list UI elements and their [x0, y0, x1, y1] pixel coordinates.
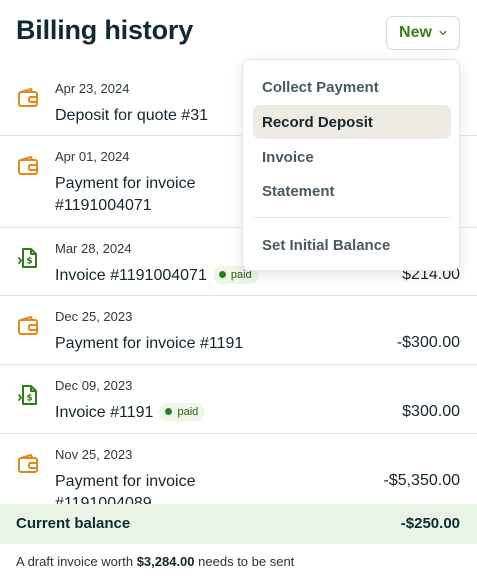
menu-item-invoice[interactable]: Invoice: [253, 140, 451, 174]
menu-item-collect-payment[interactable]: Collect Payment: [253, 70, 451, 104]
draft-notice-amount: $3,284.00: [136, 554, 195, 569]
row-date: Dec 09, 2023: [55, 378, 133, 393]
wallet-icon: [18, 88, 38, 107]
row-description: Payment for invoice #1191004071: [55, 175, 196, 214]
status-dot-icon: [165, 408, 173, 415]
header: Billing history New: [0, 0, 477, 68]
menu-item-record-deposit[interactable]: Record Deposit: [253, 105, 451, 139]
row-amount: -$300.00: [396, 334, 460, 351]
status-badge-label: paid: [177, 405, 199, 418]
current-balance-label: Current balance: [16, 515, 131, 532]
new-button-label: New: [399, 24, 432, 41]
current-balance-value: -$250.00: [400, 515, 460, 532]
svg-text:$: $: [26, 257, 32, 267]
row-description: Invoice #1191 paid: [55, 402, 355, 424]
status-badge: paid: [159, 402, 206, 421]
menu-item-set-initial-balance[interactable]: Set Initial Balance: [253, 228, 451, 262]
draft-notice-prefix: A draft invoice worth: [16, 554, 134, 569]
wallet-icon: [18, 316, 38, 335]
current-balance-bar: Current balance -$250.00: [0, 504, 477, 544]
row-date: Apr 23, 2024: [55, 81, 130, 96]
row-date: Dec 25, 2023: [55, 309, 133, 324]
row-description-text: Invoice #1191: [55, 404, 154, 421]
wallet-icon: [18, 156, 38, 175]
list-item[interactable]: Dec 25, 2023 Payment for invoice #1191 -…: [0, 296, 477, 365]
row-description: Payment for invoice #1191004089: [55, 473, 196, 504]
wallet-icon: [18, 454, 38, 473]
row-date: Apr 01, 2024: [55, 149, 130, 164]
row-date: Mar 28, 2024: [55, 241, 132, 256]
invoice-dollar-icon: $: [18, 248, 37, 268]
menu-divider: [253, 217, 451, 218]
chevron-down-icon: [439, 30, 447, 36]
row-description: Payment for invoice #1191: [55, 335, 244, 352]
row-date: Nov 25, 2023: [55, 447, 133, 462]
list-item[interactable]: Nov 25, 2023 Payment for invoice #119100…: [0, 434, 477, 504]
page-title: Billing history: [16, 15, 194, 45]
new-dropdown-menu: Collect Payment Record Deposit Invoice S…: [242, 59, 460, 271]
status-dot-icon: [218, 271, 226, 278]
draft-notice-suffix: needs to be sent: [198, 554, 295, 569]
row-amount: -$5,350.00: [383, 472, 460, 489]
draft-notice: A draft invoice worth $3,284.00 needs to…: [16, 554, 294, 569]
new-button[interactable]: New: [386, 16, 460, 50]
row-amount: $300.00: [402, 403, 460, 420]
list-item[interactable]: $ Dec 09, 2023 Invoice #1191 paid $300.00: [0, 365, 477, 434]
svg-text:$: $: [26, 394, 32, 404]
menu-item-statement[interactable]: Statement: [253, 174, 451, 208]
invoice-dollar-icon: $: [18, 385, 37, 405]
row-description-text: Invoice #1191004071: [55, 267, 207, 284]
